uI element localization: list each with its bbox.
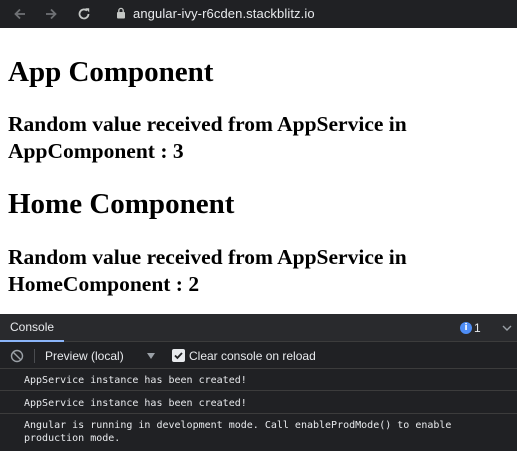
- back-button[interactable]: [9, 3, 31, 25]
- app-component-text: Random value received from AppService in…: [8, 112, 407, 163]
- info-icon[interactable]: i: [460, 322, 472, 334]
- context-selector[interactable]: Preview (local): [45, 349, 124, 363]
- caret-down-icon[interactable]: [146, 352, 156, 360]
- clear-console-icon[interactable]: [10, 349, 24, 363]
- url-text: angular-ivy-r6cden.stackblitz.io: [133, 5, 315, 21]
- devtools-drawer: Console i 1 Preview (local) Clear consol…: [0, 314, 517, 451]
- home-component-heading: Home Component: [8, 188, 235, 220]
- checkmark-icon: [174, 352, 183, 360]
- console-filterbar: Preview (local) Clear console on reload: [0, 343, 517, 369]
- clear-on-reload-label[interactable]: Clear console on reload: [189, 349, 316, 363]
- back-arrow-icon: [14, 8, 25, 20]
- tab-console[interactable]: Console: [0, 314, 65, 342]
- page-content: App Component Random value received from…: [0, 28, 517, 314]
- lock-icon[interactable]: [114, 6, 128, 20]
- reload-button[interactable]: [73, 3, 95, 25]
- reload-icon: [78, 8, 90, 20]
- console-message: Angular is running in development mode. …: [24, 420, 452, 444]
- clear-on-reload-checkbox[interactable]: [172, 349, 185, 362]
- chevron-down-icon[interactable]: [501, 322, 513, 334]
- browser-toolbar: angular-ivy-r6cden.stackblitz.io: [0, 0, 517, 28]
- address-bar[interactable]: angular-ivy-r6cden.stackblitz.io: [108, 1, 517, 25]
- forward-button[interactable]: [40, 3, 62, 25]
- console-message: AppService instance has been created!: [0, 370, 517, 391]
- divider: [34, 349, 35, 363]
- forward-arrow-icon: [46, 8, 57, 20]
- app-component-heading: App Component: [8, 56, 214, 88]
- console-message: AppService instance has been created!: [0, 392, 517, 414]
- issues-count[interactable]: 1: [474, 321, 481, 335]
- home-component-text: Random value received from AppService in…: [8, 245, 407, 296]
- devtools-tabbar: Console i 1: [0, 314, 517, 342]
